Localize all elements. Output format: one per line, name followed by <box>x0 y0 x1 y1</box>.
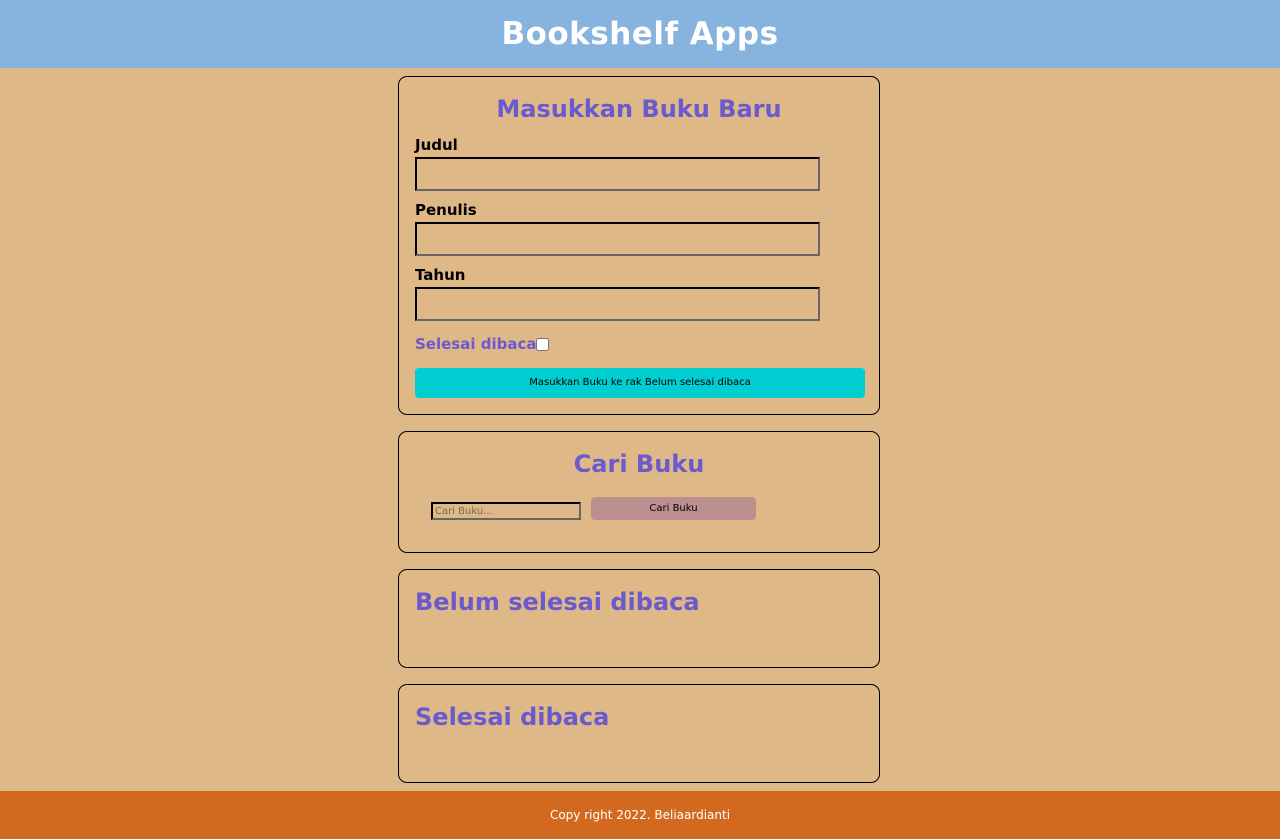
year-label: Tahun <box>415 266 466 284</box>
is-complete-checkbox[interactable] <box>536 338 549 351</box>
submit-button-target: Belum selesai dibaca <box>644 377 751 388</box>
app-header: Bookshelf Apps <box>0 0 1280 68</box>
search-button[interactable]: Cari Buku <box>591 497 756 520</box>
app-footer: Copy right 2022. Beliaardianti <box>0 791 1280 839</box>
footer-copyright: Copy right 2022. Beliaardianti <box>549 808 731 822</box>
search-section-title: Cari Buku <box>573 450 705 478</box>
input-book-section: Masukkan Buku Baru Judul Penulis Tahun S… <box>398 76 880 415</box>
unread-books-shelf: Belum selesai dibaca <box>398 569 880 668</box>
submit-book-button[interactable]: Masukkan Buku ke rak Belum selesai dibac… <box>415 368 865 398</box>
unread-shelf-title: Belum selesai dibaca <box>415 588 700 616</box>
title-label: Judul <box>415 136 458 154</box>
is-complete-label: Selesai dibaca <box>415 335 537 353</box>
read-shelf-title: Selesai dibaca <box>415 703 610 731</box>
input-section-title: Masukkan Buku Baru <box>496 95 782 123</box>
app-title: Bookshelf Apps <box>501 16 779 52</box>
author-input[interactable] <box>415 222 820 256</box>
author-label: Penulis <box>415 201 477 219</box>
read-books-shelf: Selesai dibaca <box>398 684 880 783</box>
search-input[interactable] <box>431 502 581 520</box>
search-book-section: Cari Buku Cari Buku <box>398 431 880 553</box>
title-input[interactable] <box>415 157 820 191</box>
submit-button-prefix: Masukkan Buku ke rak <box>529 377 645 388</box>
year-input[interactable] <box>415 287 820 321</box>
